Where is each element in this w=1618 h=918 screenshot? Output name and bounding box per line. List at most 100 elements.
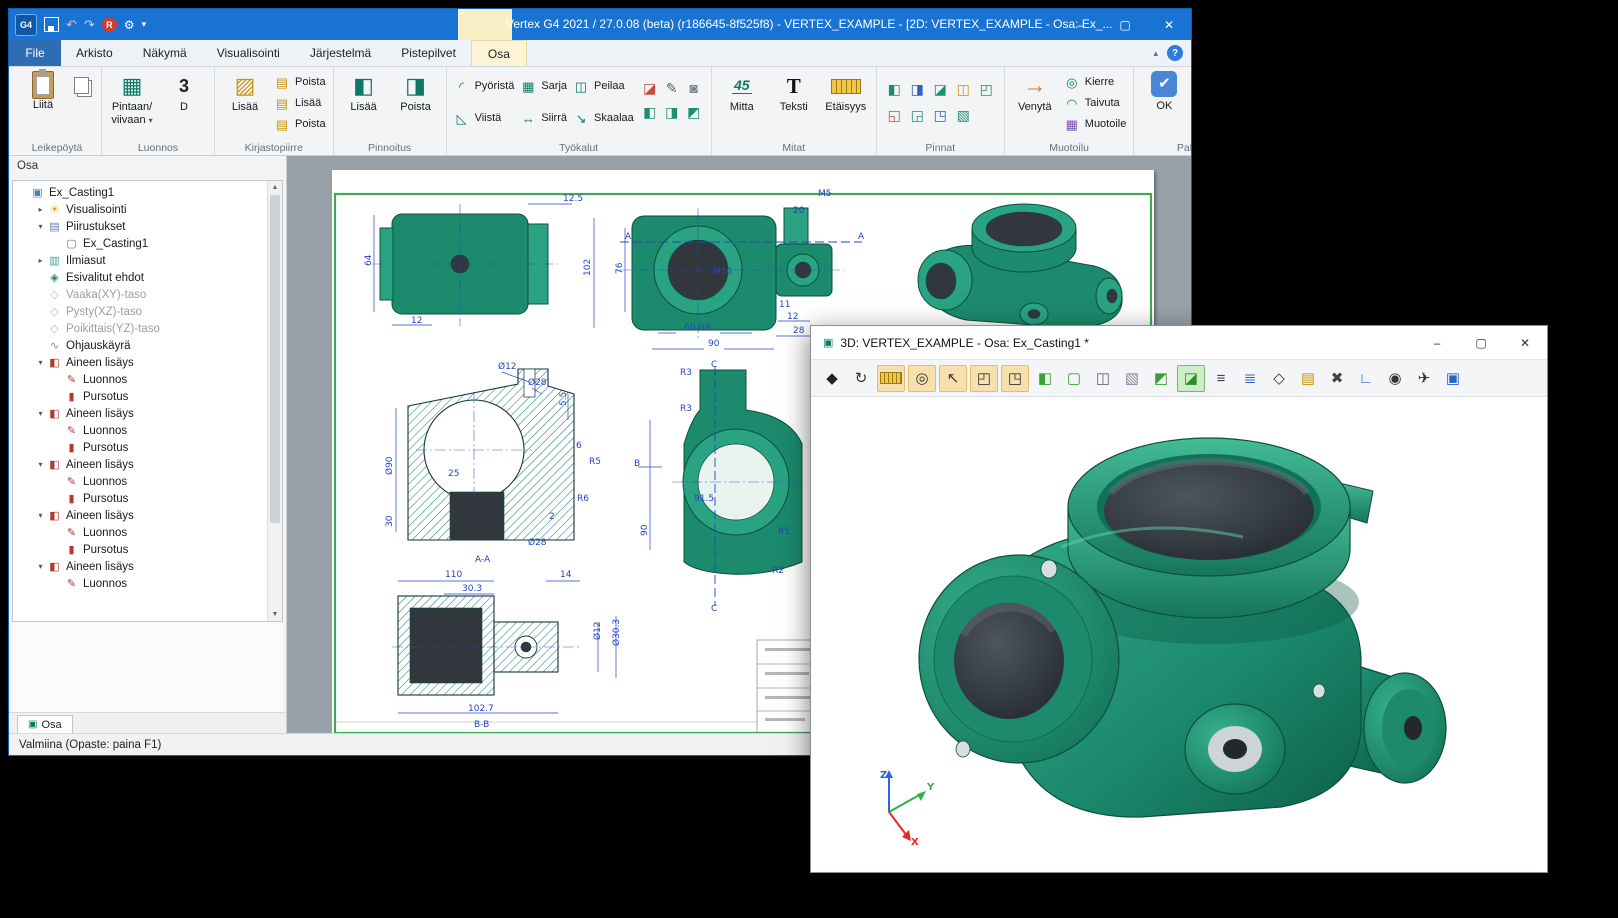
tree-item[interactable]: ▢Ex_Casting1 xyxy=(13,235,268,252)
tree-item[interactable]: ✎Luonnos xyxy=(13,371,268,388)
tab-visualisointi[interactable]: Visualisointi xyxy=(202,40,295,66)
library-remove-button-2[interactable]: ▤ Poista xyxy=(274,116,326,132)
measure-icon[interactable] xyxy=(877,365,905,392)
expand-arrow-icon[interactable]: ▾ xyxy=(34,511,47,520)
help-icon[interactable]: ? xyxy=(1167,45,1183,61)
surface-join-icon[interactable]: ◰ xyxy=(976,77,997,101)
move-button[interactable]: ↔ Siirrä xyxy=(520,110,567,126)
save-icon[interactable] xyxy=(44,17,59,32)
tree-item[interactable]: ▮Pursotus xyxy=(13,439,268,456)
collapse-ribbon-icon[interactable]: ▴ xyxy=(1153,48,1158,59)
redo-icon[interactable]: ↷ xyxy=(84,18,95,31)
surface-delete-icon[interactable]: ◲ xyxy=(907,103,928,127)
tree-item[interactable]: ▾◧Aineen lisäys xyxy=(13,354,268,371)
text-button[interactable]: T Teksti xyxy=(771,69,817,116)
customize-icon[interactable]: ⚙ xyxy=(124,19,135,31)
tree-item[interactable]: ✎Luonnos xyxy=(13,524,268,541)
form-button[interactable]: ▦ Muotoile xyxy=(1064,116,1127,132)
thread-button[interactable]: ◎ Kierre xyxy=(1064,74,1127,90)
tab-file[interactable]: File xyxy=(9,40,61,66)
tree-item[interactable]: ▾◧Aineen lisäys xyxy=(13,558,268,575)
surface-thicken-icon[interactable]: ▧ xyxy=(953,103,974,127)
plane-icon[interactable]: ◇ xyxy=(1266,366,1292,391)
scroll-up-icon[interactable]: ▲ xyxy=(272,181,279,194)
pin-icon[interactable]: ◆ xyxy=(819,366,845,391)
view-isometric[interactable] xyxy=(918,204,1122,328)
eye-icon[interactable]: ◉ xyxy=(1382,366,1408,391)
tree-item[interactable]: ▾◧Aineen lisäys xyxy=(13,456,268,473)
lock-feature-icon[interactable]: ◙ xyxy=(684,77,704,99)
tree-item[interactable]: ▾▤Piirustukset xyxy=(13,218,268,235)
tree-item[interactable]: ✎Luonnos xyxy=(13,473,268,490)
sketch-on-face-button[interactable]: ▦ Pintaan/ viivaan ▾ xyxy=(109,69,155,128)
ok-button[interactable]: ✔ OK xyxy=(1141,69,1187,115)
tree-item[interactable]: ◈Esivalitut ehdot xyxy=(13,269,268,286)
tree-item[interactable]: ✎Luonnos xyxy=(13,575,268,592)
maximize-button[interactable]: ▢ xyxy=(1103,9,1147,40)
scroll-thumb[interactable] xyxy=(270,195,280,523)
stretch-button[interactable]: → Venytä xyxy=(1012,69,1058,116)
scale-button[interactable]: ↘ Skaalaa xyxy=(573,110,634,126)
tree-item[interactable]: ∿Ohjauskäyrä xyxy=(13,337,268,354)
surface-patch-icon[interactable]: ◳ xyxy=(930,103,951,127)
solid-view-icon[interactable]: ◩ xyxy=(1148,366,1174,391)
window-3d-minimize-button[interactable]: – xyxy=(1415,326,1459,359)
sketch-3d-button[interactable]: 3 D xyxy=(161,69,207,116)
tab-arkisto[interactable]: Arkisto xyxy=(61,40,128,66)
select-arrow-icon[interactable]: ↖ xyxy=(939,365,967,392)
tab-jarjestelma[interactable]: Järjestelmä xyxy=(295,40,386,66)
qat-more-icon[interactable]: ▾ xyxy=(142,20,147,29)
expand-arrow-icon[interactable]: ▾ xyxy=(34,460,47,469)
transparent-view-icon[interactable]: ▧ xyxy=(1119,366,1145,391)
expand-arrow-icon[interactable]: ▾ xyxy=(34,409,47,418)
titlebar[interactable]: G4 ↶ ↷ R ⚙ ▾ Vertex G4 2021 / 27.0.08 (b… xyxy=(9,9,1191,40)
tree-scrollbar[interactable]: ▲ ▼ xyxy=(267,181,282,621)
copy-icon[interactable] xyxy=(74,77,89,94)
fly-icon[interactable]: ✈ xyxy=(1411,366,1437,391)
library-remove-button[interactable]: ▤ Poista xyxy=(274,74,326,90)
delete-icon[interactable]: ✖ xyxy=(1324,366,1350,391)
axes-icon[interactable]: ∟ xyxy=(1353,366,1379,391)
window-3d-titlebar[interactable]: ▣ 3D: VERTEX_EXAMPLE - Osa: Ex_Casting1 … xyxy=(811,326,1547,360)
tree-item[interactable]: ▣Ex_Casting1 xyxy=(13,184,268,201)
expand-arrow-icon[interactable]: ▾ xyxy=(34,358,47,367)
paste-button[interactable]: Liitä xyxy=(20,69,66,114)
viewport-3d[interactable]: Z Y X xyxy=(811,397,1547,872)
chamfer-button[interactable]: ◺ Viistä xyxy=(454,110,515,126)
undo-icon[interactable]: ↶ xyxy=(66,18,77,31)
orbit-icon[interactable]: ↻ xyxy=(848,366,874,391)
minimize-button[interactable]: – xyxy=(1059,9,1103,40)
pattern-button[interactable]: ▦ Sarja xyxy=(520,78,567,94)
window-3d-close-button[interactable]: ✕ xyxy=(1503,326,1547,359)
surface-split-icon[interactable]: ◱ xyxy=(884,103,905,127)
delete-face-icon[interactable]: ◪ xyxy=(640,77,660,99)
tree-item[interactable]: ◇Vaaka(XY)-taso xyxy=(13,286,268,303)
select-edge-icon[interactable]: ◳ xyxy=(1001,365,1029,392)
dimension-button[interactable]: 45 Mitta xyxy=(719,69,765,116)
close-button[interactable]: ✕ xyxy=(1147,9,1191,40)
archive-icon[interactable]: ▤ xyxy=(1295,366,1321,391)
expand-arrow-icon[interactable]: ▸ xyxy=(34,256,47,265)
solid-tool-icon-3[interactable]: ◩ xyxy=(684,101,704,123)
library-add-small-button[interactable]: ▤ Lisää xyxy=(274,95,326,111)
surface-extend-icon[interactable]: ◪ xyxy=(930,77,951,101)
coating-remove-button[interactable]: ◨ Poista xyxy=(393,69,439,116)
external-view-icon[interactable]: ▣ xyxy=(1440,366,1466,391)
view-section-a-a[interactable] xyxy=(396,369,574,540)
window-3d-maximize-button[interactable]: ▢ xyxy=(1459,326,1503,359)
expand-arrow-icon[interactable]: ▾ xyxy=(34,562,47,571)
tab-pistepilvet[interactable]: Pistepilvet xyxy=(386,40,471,66)
view-top-left[interactable] xyxy=(372,204,572,326)
panel-tab-osa[interactable]: ▣ Osa xyxy=(17,715,73,733)
expand-arrow-icon[interactable]: ▸ xyxy=(34,205,47,214)
distance-button[interactable]: Etäisyys xyxy=(823,69,869,116)
expand-arrow-icon[interactable]: ▾ xyxy=(34,222,47,231)
tree-item[interactable]: ▮Pursotus xyxy=(13,490,268,507)
hidden-line-view-icon[interactable]: ◫ xyxy=(1090,366,1116,391)
round-button[interactable]: ◜ Pyöristä xyxy=(454,78,515,94)
surface-add-icon[interactable]: ◧ xyxy=(884,77,905,101)
layers-icon[interactable]: ≣ xyxy=(1237,366,1263,391)
tree-item[interactable]: ◇Pysty(XZ)-taso xyxy=(13,303,268,320)
bend-button[interactable]: ◠ Taivuta xyxy=(1064,95,1127,111)
tree-item[interactable]: ▾◧Aineen lisäys xyxy=(13,405,268,422)
